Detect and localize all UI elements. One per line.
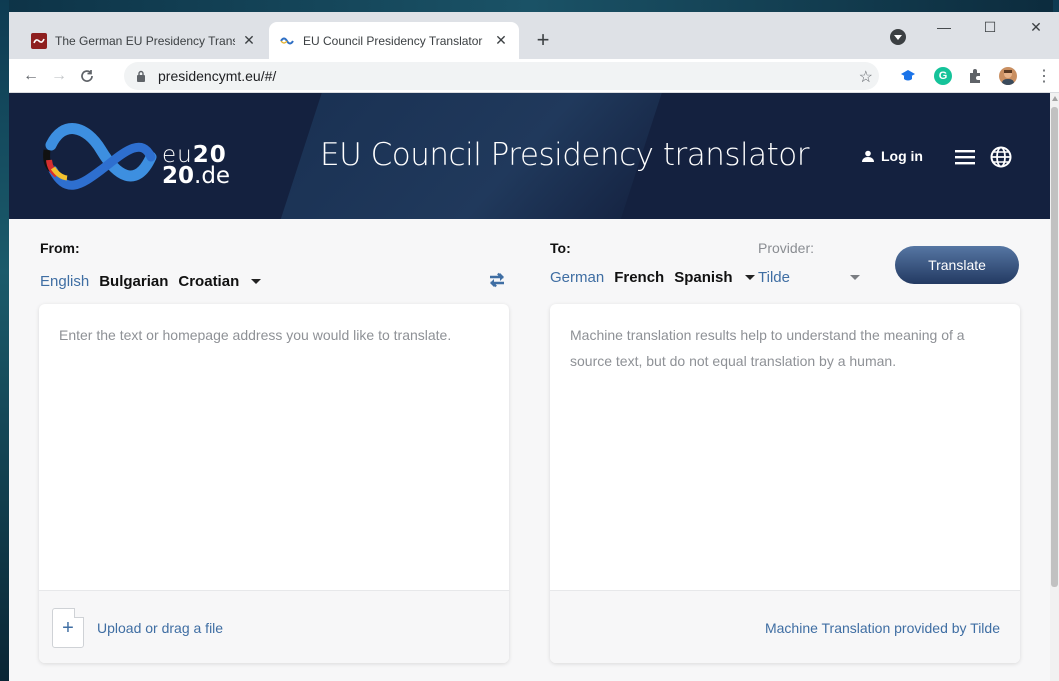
chevron-down-icon <box>850 275 860 280</box>
chrome-media-icon[interactable] <box>890 29 906 45</box>
close-tab-icon[interactable]: ✕ <box>493 32 509 49</box>
reload-icon[interactable] <box>73 62 101 90</box>
minimize-button[interactable]: — <box>921 12 967 42</box>
provider-select[interactable]: Tilde <box>758 269 860 286</box>
bookmark-star-icon[interactable]: ☆ <box>859 67 873 87</box>
close-tab-icon[interactable]: ✕ <box>241 32 257 49</box>
translator-page: eu20 20.de EU Council Presidency transla… <box>9 93 1050 681</box>
target-lang-spanish[interactable]: Spanish <box>674 269 732 286</box>
tab-strip: The German EU Presidency Transl ✕ EU Cou… <box>9 12 1059 59</box>
provider-footer: Machine Translation provided by Tilde <box>550 590 1020 663</box>
target-text-panel: Machine translation results help to unde… <box>550 304 1020 663</box>
swap-languages-icon[interactable] <box>487 270 507 290</box>
eu2020-logo[interactable]: eu20 20.de <box>41 115 251 195</box>
eu2020-logo-icon <box>279 33 295 49</box>
tab-eu-council-translator[interactable]: EU Council Presidency Translator ✕ <box>269 22 519 59</box>
grammarly-extension-icon[interactable]: G <box>934 67 952 85</box>
new-tab-button[interactable]: + <box>531 27 555 52</box>
page-title: EU Council Presidency translator <box>320 137 810 173</box>
hamburger-menu-icon[interactable] <box>955 149 975 165</box>
upload-file-button[interactable]: + Upload or drag a file <box>52 608 223 648</box>
source-lang-croatian[interactable]: Croatian <box>178 273 239 290</box>
source-lang-english[interactable]: English <box>40 273 89 290</box>
window-controls: — ☐ ✕ <box>921 12 1059 42</box>
lock-icon <box>134 69 148 83</box>
page-scrollbar[interactable] <box>1050 93 1059 681</box>
provider-value: Tilde <box>758 269 790 286</box>
browser-window: The German EU Presidency Transl ✕ EU Cou… <box>9 12 1059 681</box>
translation-output: Machine translation results help to unde… <box>570 327 965 369</box>
scrollbar-thumb[interactable] <box>1051 107 1058 587</box>
desktop-background <box>0 0 1059 12</box>
translate-button[interactable]: Translate <box>895 246 1019 284</box>
back-arrow-icon[interactable]: ← <box>17 62 45 90</box>
login-button[interactable]: Log in <box>862 148 923 164</box>
eu2020-red-icon <box>31 32 47 49</box>
close-window-button[interactable]: ✕ <box>1013 12 1059 42</box>
source-language-list: English Bulgarian Croatian <box>40 273 262 290</box>
provider-label: Provider: <box>758 240 815 256</box>
scroll-up-icon[interactable] <box>1052 96 1058 101</box>
site-header: eu20 20.de EU Council Presidency transla… <box>9 93 1050 219</box>
desktop-background-left <box>0 0 9 681</box>
logo-text: eu20 20.de <box>162 142 231 189</box>
graduation-cap-extension-icon[interactable] <box>899 67 917 85</box>
source-text-input[interactable]: Enter the text or homepage address you w… <box>39 304 509 366</box>
browser-toolbar: ← → presidencymt.eu/#/ ☆ G ⋮ <box>9 59 1059 93</box>
person-icon <box>862 150 874 162</box>
add-file-icon: + <box>52 608 84 648</box>
tab-title: EU Council Presidency Translator <box>303 33 483 48</box>
maximize-button[interactable]: ☐ <box>967 12 1013 42</box>
tab-german-eu-presidency[interactable]: The German EU Presidency Transl ✕ <box>21 22 267 59</box>
url-text: presidencymt.eu/#/ <box>158 68 277 84</box>
source-text-panel[interactable]: Enter the text or homepage address you w… <box>39 304 509 663</box>
provided-by-link[interactable]: Machine Translation provided by Tilde <box>765 620 1000 636</box>
to-label: To: <box>550 240 571 256</box>
target-language-list: German French Spanish <box>550 269 755 286</box>
address-bar[interactable]: presidencymt.eu/#/ ☆ <box>124 62 879 90</box>
extensions-puzzle-icon[interactable] <box>966 67 984 85</box>
forward-arrow-icon[interactable]: → <box>45 62 73 90</box>
target-lang-french[interactable]: French <box>614 269 664 286</box>
source-lang-bulgarian[interactable]: Bulgarian <box>99 273 168 290</box>
browser-menu-icon[interactable]: ⋮ <box>1035 67 1053 85</box>
tab-title: The German EU Presidency Transl <box>55 33 235 48</box>
upload-footer: + Upload or drag a file <box>39 590 509 663</box>
from-label: From: <box>40 240 80 256</box>
target-lang-german[interactable]: German <box>550 269 604 286</box>
globe-language-icon[interactable] <box>990 146 1012 168</box>
chevron-down-icon[interactable] <box>251 279 262 284</box>
login-label: Log in <box>881 148 923 164</box>
chevron-down-icon[interactable] <box>744 275 755 280</box>
profile-avatar[interactable] <box>999 67 1017 85</box>
upload-label: Upload or drag a file <box>97 620 224 636</box>
